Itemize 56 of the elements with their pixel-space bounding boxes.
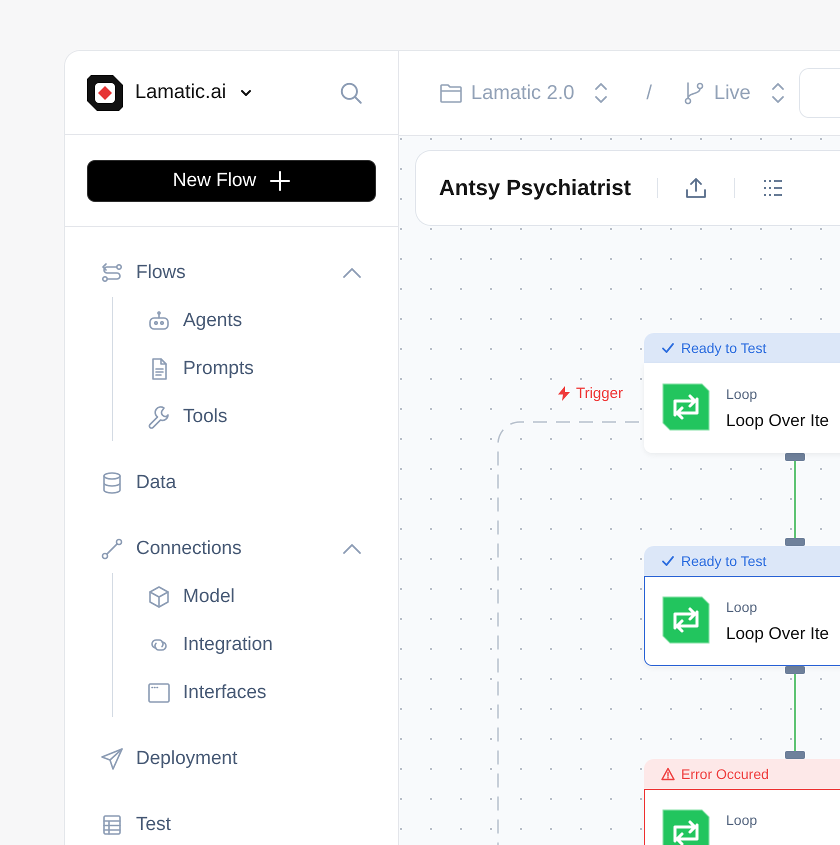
node-status: Error Occured — [644, 759, 840, 789]
connection-icon — [100, 537, 124, 561]
route-icon — [100, 261, 124, 285]
check-icon — [661, 341, 675, 355]
nav-item[interactable]: Connections — [136, 538, 330, 560]
new-flow-button[interactable]: New Flow — [87, 160, 376, 202]
node-title: Loop Over Ite — [726, 624, 830, 644]
breadcrumb-separator: / — [646, 82, 652, 104]
node-type: Loop — [726, 812, 758, 828]
nav-subitem[interactable]: Agents — [183, 310, 362, 332]
node-handle[interactable] — [785, 666, 805, 674]
check-icon — [661, 554, 675, 568]
cube-icon — [147, 585, 171, 609]
node-handle[interactable] — [785, 538, 805, 546]
loop-icon — [662, 596, 710, 644]
node-handle[interactable] — [785, 751, 805, 759]
loop-icon — [662, 809, 710, 845]
nav-subitem[interactable]: Model — [183, 586, 362, 608]
nav-item[interactable]: Deployment — [136, 748, 362, 770]
chevron-up-down-icon[interactable] — [770, 82, 785, 104]
nav-subitem[interactable]: Tools — [183, 406, 362, 428]
database-icon — [100, 471, 124, 495]
robot-icon — [147, 309, 171, 333]
plus-icon — [270, 170, 290, 190]
window-icon — [147, 681, 171, 705]
workspace-name[interactable]: Lamatic.ai — [135, 81, 226, 104]
nav-item[interactable]: Test — [136, 814, 362, 836]
flow-title: Antsy Psychiatrist — [439, 175, 631, 201]
node-card[interactable]: Loop — [644, 789, 840, 845]
logo-icon — [87, 74, 123, 110]
table-icon — [100, 813, 124, 837]
chevron-up-icon[interactable] — [342, 543, 362, 555]
node-type: Loop — [726, 599, 758, 615]
nav-subitem[interactable]: Integration — [183, 634, 362, 656]
folder-icon — [439, 81, 463, 105]
lightning-icon — [558, 386, 570, 401]
branch-icon — [682, 81, 706, 105]
send-icon — [100, 747, 124, 771]
nav-item[interactable]: Data — [136, 472, 362, 494]
nav-item[interactable]: Flows — [136, 262, 330, 284]
loop-icon — [662, 383, 710, 431]
node-status: Ready to Test — [644, 333, 840, 363]
wrench-icon — [147, 405, 171, 429]
nav-subitem[interactable]: Interfaces — [183, 682, 362, 704]
node-card[interactable]: Loop Loop Over Ite — [644, 576, 840, 666]
nav-subitem[interactable]: Prompts — [183, 358, 362, 380]
node-card[interactable]: Loop Loop Over Ite — [644, 363, 840, 453]
chevron-up-icon[interactable] — [342, 267, 362, 279]
node-status: Ready to Test — [644, 546, 840, 576]
warning-icon — [661, 767, 675, 781]
trigger-label: Trigger — [576, 385, 623, 402]
node-title: Loop Over Ite — [726, 411, 830, 431]
node-handle[interactable] — [785, 453, 805, 461]
share-icon[interactable] — [684, 176, 708, 200]
chevron-up-down-icon[interactable] — [594, 82, 608, 104]
node-type: Loop — [726, 386, 758, 402]
